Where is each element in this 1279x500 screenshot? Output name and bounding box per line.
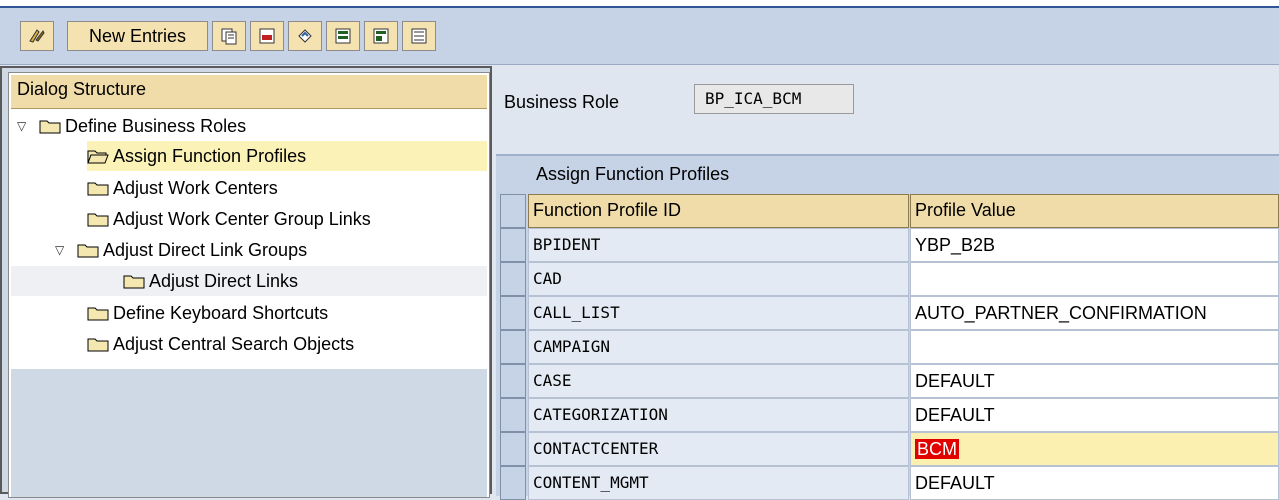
select-all-icon[interactable] — [326, 21, 360, 51]
function-profile-id-cell: CALL_LIST — [528, 296, 909, 330]
copy-as-icon[interactable] — [212, 21, 246, 51]
tree-node-assign-function-profiles[interactable]: Assign Function Profiles — [87, 141, 487, 171]
dialog-structure-panel: Dialog Structure ▽ Define Business Roles… — [0, 66, 492, 498]
tree-node-define-business-roles[interactable]: ▽ Define Business Roles — [17, 111, 246, 141]
profile-value-input[interactable]: YBP_B2B — [910, 228, 1279, 262]
delete-icon[interactable] — [250, 21, 284, 51]
tree-node-label: Define Business Roles — [65, 115, 247, 136]
detail-panel: Business Role BP_ICA_BCM Assign Function… — [496, 66, 1279, 500]
tree-node-define-keyboard-shortcuts[interactable]: Define Keyboard Shortcuts — [87, 298, 328, 328]
tree-node-label: Adjust Direct Link Groups — [103, 239, 308, 260]
tree-node-adjust-work-center-group-links[interactable]: Adjust Work Center Group Links — [87, 204, 371, 234]
expand-triangle-icon[interactable]: ▽ — [55, 243, 69, 257]
tree-node-label: Adjust Work Centers — [113, 177, 278, 198]
profile-value-input[interactable] — [910, 262, 1279, 296]
folder-icon — [123, 273, 145, 289]
folder-icon — [87, 305, 109, 321]
function-profile-id-cell: BPIDENT — [528, 228, 909, 262]
tree-empty-area — [11, 369, 487, 497]
deselect-all-icon[interactable] — [402, 21, 436, 51]
folder-icon — [77, 242, 99, 258]
folder-icon — [39, 118, 61, 134]
function-profile-id-cell: CONTENT_MGMT — [528, 466, 909, 500]
function-profile-id-cell: CATEGORIZATION — [528, 398, 909, 432]
profile-value-input[interactable]: AUTO_PARTNER_CONFIRMATION — [910, 296, 1279, 330]
application-toolbar: New Entries — [0, 8, 1279, 65]
screen-title-strip — [0, 0, 1279, 8]
folder-icon — [87, 211, 109, 227]
table-row: BPIDENT YBP_B2B — [500, 228, 1279, 262]
table-row: CONTENT_MGMT DEFAULT — [500, 466, 1279, 500]
tree-node-adjust-work-centers[interactable]: Adjust Work Centers — [87, 173, 278, 203]
tree-node-adjust-direct-links[interactable]: Adjust Direct Links — [11, 266, 487, 296]
folder-icon — [87, 336, 109, 352]
select-all-rows-button[interactable] — [500, 194, 526, 228]
profile-value-input[interactable] — [910, 330, 1279, 364]
profile-value-input[interactable]: BCM — [910, 432, 1279, 466]
display-change-icon[interactable] — [20, 21, 54, 51]
new-entries-button[interactable]: New Entries — [67, 21, 208, 51]
column-header-function-profile-id[interactable]: Function Profile ID — [528, 194, 909, 228]
tree-node-adjust-direct-link-groups[interactable]: ▽ Adjust Direct Link Groups — [55, 235, 307, 265]
business-role-field[interactable]: BP_ICA_BCM — [694, 84, 854, 114]
row-selector[interactable] — [500, 466, 526, 500]
profile-value-input[interactable]: DEFAULT — [910, 364, 1279, 398]
tree-node-label: Adjust Central Search Objects — [113, 333, 355, 354]
undo-change-icon[interactable] — [288, 21, 322, 51]
tree-node-label: Adjust Direct Links — [149, 270, 299, 291]
expand-triangle-icon[interactable]: ▽ — [17, 119, 31, 133]
profile-value-input[interactable]: DEFAULT — [910, 398, 1279, 432]
function-profile-id-cell: CONTACTCENTER — [528, 432, 909, 466]
function-profile-id-cell: CAD — [528, 262, 909, 296]
dialog-structure-frame: Dialog Structure ▽ Define Business Roles… — [8, 72, 490, 498]
open-folder-icon — [87, 148, 109, 164]
table-row: CASE DEFAULT — [500, 364, 1279, 398]
row-selector[interactable] — [500, 296, 526, 330]
dialog-structure-header: Dialog Structure — [11, 75, 487, 109]
tree-node-adjust-central-search-objects[interactable]: Adjust Central Search Objects — [87, 329, 354, 359]
table-row: CAD — [500, 262, 1279, 296]
row-selector[interactable] — [500, 364, 526, 398]
row-selector[interactable] — [500, 262, 526, 296]
column-header-profile-value[interactable]: Profile Value — [910, 194, 1279, 228]
highlighted-value: BCM — [915, 439, 959, 459]
table-title: Assign Function Profiles — [536, 164, 730, 184]
function-profile-id-cell: CASE — [528, 364, 909, 398]
row-selector[interactable] — [500, 330, 526, 364]
row-selector[interactable] — [500, 432, 526, 466]
function-profiles-table-control: Assign Function Profiles Function Profil… — [496, 154, 1279, 500]
tree-node-label: Define Keyboard Shortcuts — [113, 302, 329, 323]
tree-node-label: Assign Function Profiles — [113, 145, 307, 166]
table-header-row: Function Profile ID Profile Value — [500, 194, 1279, 228]
table-row: CATEGORIZATION DEFAULT — [500, 398, 1279, 432]
row-selector[interactable] — [500, 398, 526, 432]
folder-icon — [87, 180, 109, 196]
row-selector[interactable] — [500, 228, 526, 262]
table-row: CALL_LIST AUTO_PARTNER_CONFIRMATION — [500, 296, 1279, 330]
tree-node-label: Adjust Work Center Group Links — [113, 208, 371, 229]
profile-value-input[interactable]: DEFAULT — [910, 466, 1279, 500]
function-profile-id-cell: CAMPAIGN — [528, 330, 909, 364]
table-row-active: CONTACTCENTER BCM — [500, 432, 1279, 466]
table-row: CAMPAIGN — [500, 330, 1279, 364]
dialog-structure-tree: ▽ Define Business Roles Assign Function … — [11, 111, 487, 369]
select-block-icon[interactable] — [364, 21, 398, 51]
business-role-label: Business Role — [504, 92, 620, 112]
